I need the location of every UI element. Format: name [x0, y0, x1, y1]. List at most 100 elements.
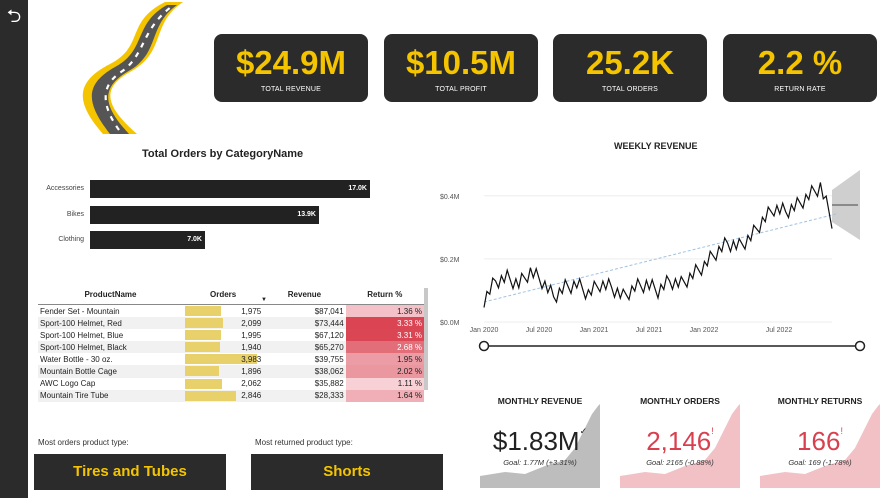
- category-value: 7.0K: [187, 236, 202, 243]
- table-row[interactable]: AWC Logo Cap 2,062 $35,882 1.11 %: [38, 377, 424, 390]
- x-tick-label: Jul 2022: [766, 327, 793, 334]
- status-mark-icon: ✓: [579, 426, 588, 436]
- orders-bar: [184, 378, 222, 389]
- x-tick-label: Jul 2021: [636, 327, 663, 334]
- road-logo: [82, 2, 183, 134]
- return-value: 2.02 %: [345, 365, 424, 378]
- mini-kpi-number: $1.83M: [492, 426, 580, 456]
- category-value: 17.0K: [348, 185, 367, 192]
- product-name: AWC Logo Cap: [40, 379, 96, 389]
- back-arrow-icon[interactable]: ⮌: [4, 6, 24, 26]
- category-label: Accessories: [46, 185, 84, 192]
- return-value: 1.11 %: [345, 377, 424, 390]
- revenue-value: $39,755: [314, 354, 344, 364]
- table-row[interactable]: Mountain Bottle Cage 1,896 $38,062 2.02 %: [38, 365, 424, 378]
- product-table: ProductName Orders Revenue Return % Fend…: [38, 285, 424, 402]
- orders-cell: 1,975: [183, 305, 263, 318]
- orders-value: 2,062: [241, 379, 262, 389]
- revenue-value: $38,062: [263, 365, 346, 378]
- table-row[interactable]: Water Bottle - 30 oz. 3,983 $39,755 1.95 %: [38, 353, 424, 366]
- mini-kpi-number: 166: [797, 426, 841, 456]
- orders-value: 1,896: [241, 367, 262, 377]
- mini-kpi-card: MONTHLY ORDERS 2,146! Goal: 2165 (-0.88%): [620, 388, 740, 488]
- kpi-label: TOTAL REVENUE: [260, 86, 322, 93]
- orders-value: 1,940: [241, 342, 262, 352]
- mini-kpi-number: 2,146: [646, 426, 712, 456]
- orders-cell: 1,896: [182, 365, 264, 378]
- sidebar: ⮌: [0, 0, 28, 498]
- revenue-value: $28,333: [263, 389, 346, 402]
- col-revenue[interactable]: Revenue: [263, 285, 346, 305]
- x-tick-label: Jan 2022: [690, 327, 719, 334]
- range-slider-start-handle[interactable]: [478, 340, 490, 352]
- category-bar: 17.0K: [90, 180, 370, 198]
- table-row[interactable]: Sport-100 Helmet, Red 2,099 $73,444 3.33 %: [38, 317, 424, 330]
- kpi-value: 25.2K: [585, 44, 675, 81]
- mini-kpi-goal: Goal: 1.77M (+3.31%): [503, 458, 577, 467]
- orders-value: 2,099: [241, 318, 262, 328]
- status-mark-icon: !: [711, 426, 714, 436]
- orders-value: 1,995: [241, 330, 262, 340]
- mini-kpi-value: 166!: [760, 426, 880, 457]
- mini-kpi-value: $1.83M✓: [480, 426, 600, 457]
- orders-value: 2,846: [241, 391, 262, 401]
- range-slider-end-handle[interactable]: [854, 340, 866, 352]
- kpi-value: $24.9M: [235, 44, 347, 81]
- y-tick-label: $0.0M: [440, 320, 460, 327]
- col-return[interactable]: Return %: [345, 285, 424, 305]
- most-orders-card: Tires and Tubes: [34, 454, 226, 490]
- orders-bar: [184, 342, 220, 353]
- col-product[interactable]: ProductName: [38, 285, 183, 305]
- kpi-card-2: $10.5M TOTAL PROFIT: [384, 34, 538, 102]
- orders-value: 3,983: [241, 354, 262, 364]
- kpi-card-3: 25.2K TOTAL ORDERS: [553, 34, 707, 102]
- return-value: 1.95 %: [345, 353, 424, 366]
- table-scrollbar[interactable]: [424, 288, 428, 390]
- weekly-revenue-chart: $0.4M $0.2M $0.0M Jan 2020 Jul 2020 Jan 2021 J…: [440, 170, 866, 352]
- orders-cell: 1,940: [182, 341, 264, 354]
- return-value: 2.68 %: [345, 341, 424, 354]
- mini-kpi-card: MONTHLY REVENUE $1.83M✓ Goal: 1.77M (+3.31…: [480, 388, 600, 488]
- return-value: 3.31 %: [345, 329, 424, 342]
- return-value: 1.36 %: [345, 304, 424, 318]
- product-name: Mountain Tire Tube: [38, 389, 183, 402]
- kpi-card-1: $24.9M TOTAL REVENUE: [214, 34, 368, 102]
- weekly-chart-title: WEEKLY REVENUE: [614, 141, 698, 151]
- table-row[interactable]: Sport-100 Helmet, Black 1,940 $65,270 2.68 …: [38, 341, 424, 354]
- orders-bar: [184, 390, 236, 401]
- orders-bar: [184, 318, 223, 329]
- orders-cell: 1,995: [183, 329, 263, 341]
- table-row[interactable]: Mountain Tire Tube 2,846 $28,333 1.64 %: [38, 389, 424, 402]
- status-mark-icon: !: [840, 426, 843, 436]
- category-bar: 7.0K: [90, 231, 205, 249]
- product-name: Sport-100 Helmet, Red: [38, 317, 183, 330]
- mini-kpi-goal: Goal: 2165 (-0.88%): [646, 458, 714, 467]
- orders-bar: [184, 306, 221, 316]
- table-row[interactable]: Fender Set - Mountain 1,975 $87,041 1.36 %: [38, 304, 424, 318]
- mini-kpi-value: 2,146!: [620, 426, 740, 457]
- revenue-value: $35,882: [314, 379, 344, 389]
- product-name: Water Bottle - 30 oz.: [40, 354, 113, 364]
- table-row[interactable]: Sport-100 Helmet, Blue 1,995 $67,120 3.31 %: [38, 329, 424, 342]
- category-bar-row[interactable]: Bikes 13.9K: [38, 206, 378, 224]
- kpi-label: RETURN RATE: [774, 86, 826, 93]
- mini-kpi-title: MONTHLY REVENUE: [497, 396, 583, 406]
- mini-kpi-goal: Goal: 169 (-1.78%): [788, 458, 852, 467]
- mini-kpi-title: MONTHLY RETURNS: [777, 396, 863, 406]
- sort-down-icon: ▼: [261, 297, 267, 303]
- orders-cell: 2,062: [183, 378, 263, 390]
- x-tick-label: Jan 2021: [580, 327, 609, 334]
- kpi-value: $10.5M: [405, 44, 517, 81]
- category-bar-row[interactable]: Clothing 7.0K: [38, 231, 378, 249]
- col-orders[interactable]: Orders: [182, 285, 264, 305]
- orders-cell: 2,846: [182, 389, 264, 402]
- category-label: Clothing: [58, 236, 84, 243]
- revenue-value: $73,444: [263, 317, 346, 330]
- product-name: Fender Set - Mountain: [40, 306, 120, 316]
- orders-cell: 3,983: [183, 353, 263, 365]
- category-chart-title: Total Orders by CategoryName: [142, 148, 304, 160]
- most-returned-label: Most returned product type:: [255, 438, 353, 447]
- kpi-label: TOTAL ORDERS: [602, 86, 658, 93]
- category-bar-row[interactable]: Accessories 17.0K: [38, 180, 378, 198]
- y-tick-label: $0.2M: [440, 257, 460, 264]
